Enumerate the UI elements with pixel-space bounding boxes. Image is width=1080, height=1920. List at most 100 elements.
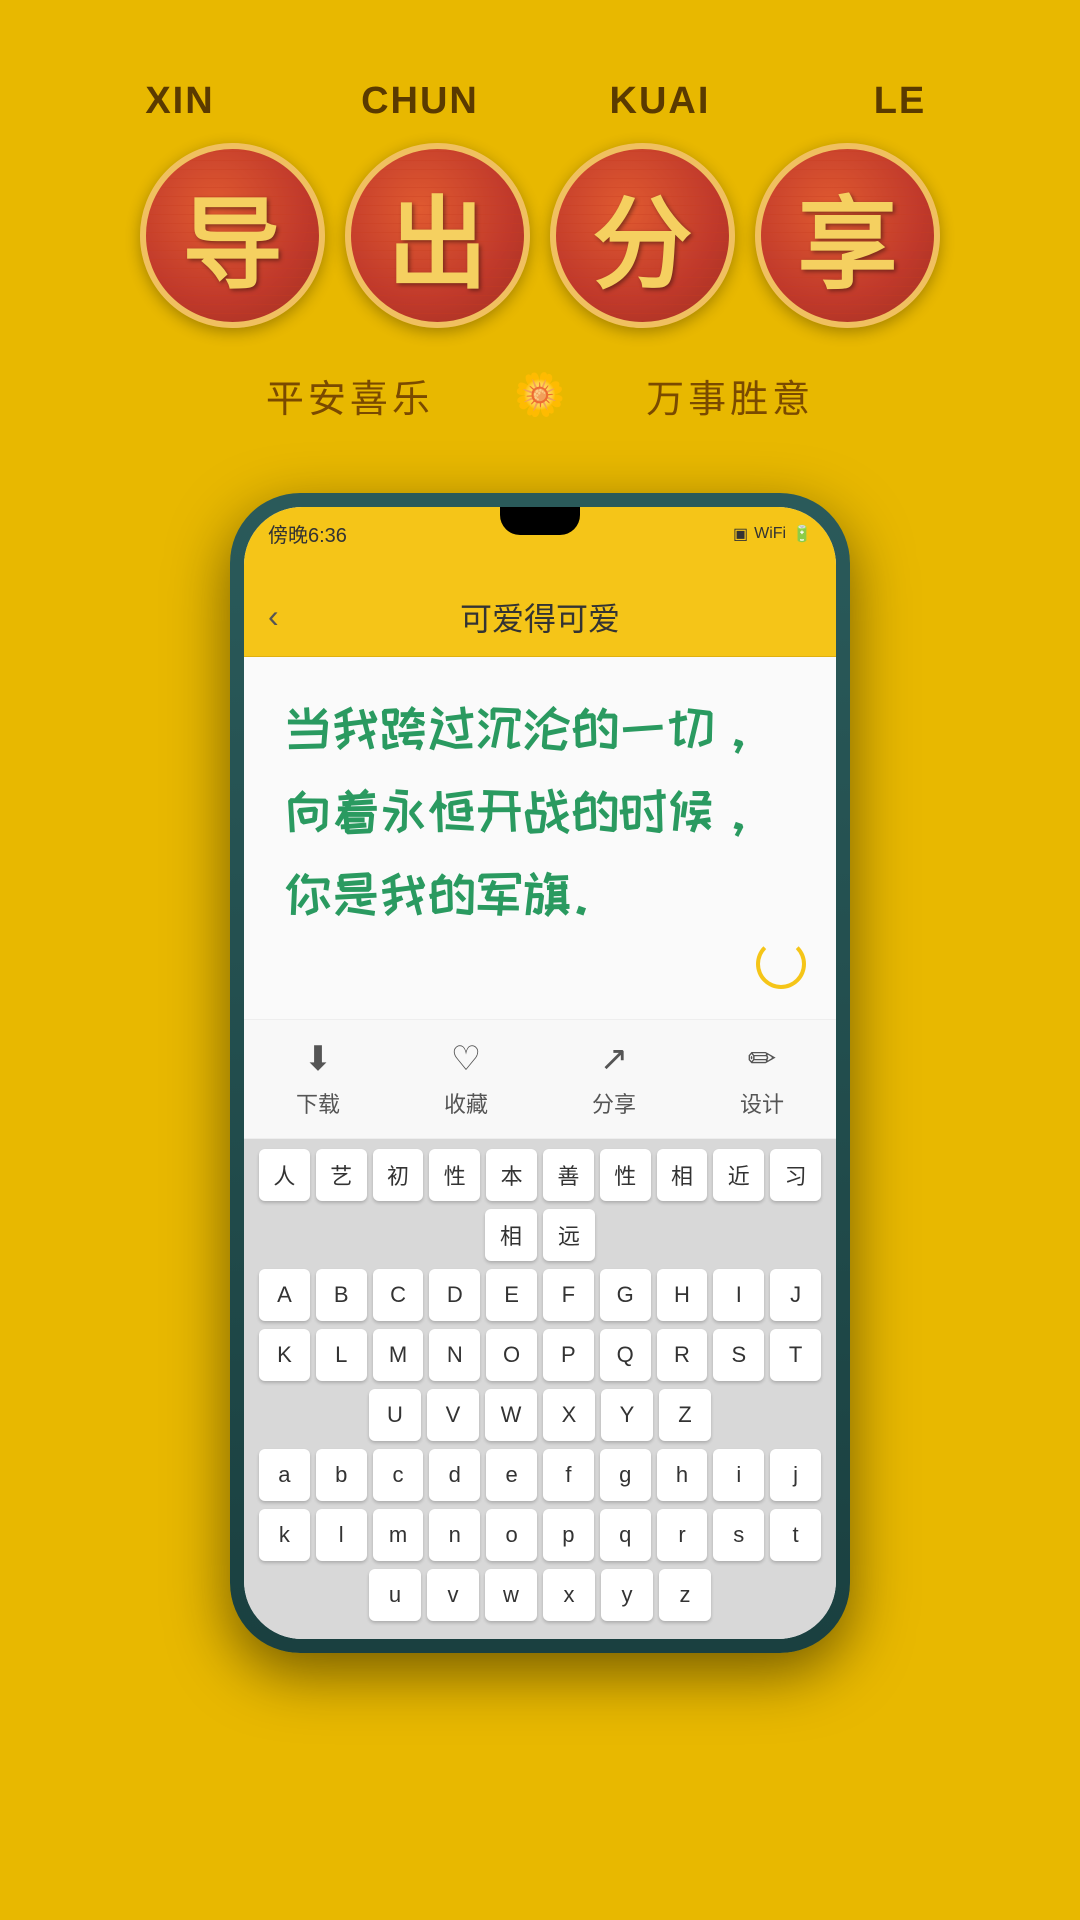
letter-row-4: a b c d e f g h i j (259, 1449, 821, 1501)
key-yi[interactable]: 艺 (316, 1149, 367, 1201)
cn-row-2: 相 远 (259, 1209, 821, 1261)
key-x[interactable]: x (543, 1569, 595, 1621)
key-l[interactable]: l (316, 1509, 367, 1561)
favorite-label: 收藏 (444, 1087, 488, 1119)
label-kuai: KUAI (570, 80, 750, 123)
key-Q[interactable]: Q (600, 1329, 651, 1381)
key-a[interactable]: a (259, 1449, 310, 1501)
key-C[interactable]: C (373, 1269, 424, 1321)
key-V[interactable]: V (427, 1389, 479, 1441)
heart-icon: ♡ (451, 1039, 481, 1079)
key-F[interactable]: F (543, 1269, 594, 1321)
key-shan[interactable]: 善 (543, 1149, 594, 1201)
key-ben[interactable]: 本 (486, 1149, 537, 1201)
key-U[interactable]: U (369, 1389, 421, 1441)
key-A[interactable]: A (259, 1269, 310, 1321)
camera-notch (500, 507, 580, 535)
key-d[interactable]: d (429, 1449, 480, 1501)
key-r[interactable]: r (657, 1509, 708, 1561)
key-z[interactable]: z (659, 1569, 711, 1621)
subtitle-right: 万事胜意 (646, 368, 814, 423)
key-y[interactable]: y (601, 1569, 653, 1621)
key-T[interactable]: T (770, 1329, 821, 1381)
action-bar: ⬇ 下载 ♡ 收藏 ↗ 分享 ✏ 设计 (244, 1019, 836, 1139)
cn-row-1: 人 艺 初 性 本 善 性 相 近 习 (259, 1149, 821, 1201)
key-X[interactable]: X (543, 1389, 595, 1441)
key-xiang2[interactable]: 相 (485, 1209, 537, 1261)
action-share[interactable]: ↗ 分享 (592, 1039, 636, 1119)
key-W[interactable]: W (485, 1389, 537, 1441)
key-O[interactable]: O (486, 1329, 537, 1381)
char-chu: 出 (388, 163, 488, 308)
download-label: 下载 (296, 1087, 340, 1119)
key-yuan[interactable]: 远 (543, 1209, 595, 1261)
key-I[interactable]: I (713, 1269, 764, 1321)
key-j[interactable]: j (770, 1449, 821, 1501)
key-u[interactable]: u (369, 1569, 421, 1621)
key-K[interactable]: K (259, 1329, 310, 1381)
key-M[interactable]: M (373, 1329, 424, 1381)
subtitle-row: 平安喜乐 🌼 万事胜意 (266, 368, 814, 423)
key-Y[interactable]: Y (601, 1389, 653, 1441)
letter-row-1: A B C D E F G H I J (259, 1269, 821, 1321)
key-jin[interactable]: 近 (713, 1149, 764, 1201)
key-J[interactable]: J (770, 1269, 821, 1321)
key-L[interactable]: L (316, 1329, 367, 1381)
key-D[interactable]: D (429, 1269, 480, 1321)
key-m[interactable]: m (373, 1509, 424, 1561)
back-button[interactable]: ‹ (268, 598, 279, 635)
key-G[interactable]: G (600, 1269, 651, 1321)
phone-container: 傍晚6:36 ▣ WiFi 🔋 ‹ 可爱得可爱 当我跨过沉沦的一切，向着永恒开战… (0, 493, 1080, 1653)
key-S[interactable]: S (713, 1329, 764, 1381)
key-xing2[interactable]: 性 (600, 1149, 651, 1201)
labels-row: XIN CHUN KUAI LE (90, 80, 990, 123)
key-b[interactable]: b (316, 1449, 367, 1501)
subtitle-left: 平安喜乐 (266, 368, 434, 423)
key-H[interactable]: H (657, 1269, 708, 1321)
char-dao: 导 (183, 163, 283, 308)
key-g[interactable]: g (600, 1449, 651, 1501)
key-B[interactable]: B (316, 1269, 367, 1321)
key-p[interactable]: p (543, 1509, 594, 1561)
key-s[interactable]: s (713, 1509, 764, 1561)
key-xing1[interactable]: 性 (429, 1149, 480, 1201)
action-design[interactable]: ✏ 设计 (740, 1039, 784, 1119)
key-q[interactable]: q (600, 1509, 651, 1561)
key-e[interactable]: e (486, 1449, 537, 1501)
design-icon: ✏ (748, 1039, 777, 1079)
top-section: XIN CHUN KUAI LE 导 出 分 享 平安喜乐 🌼 万事胜意 (0, 0, 1080, 463)
key-o[interactable]: o (486, 1509, 537, 1561)
key-ren[interactable]: 人 (259, 1149, 310, 1201)
action-favorite[interactable]: ♡ 收藏 (444, 1039, 488, 1119)
circle-dao: 导 (140, 143, 325, 328)
key-xiang[interactable]: 相 (657, 1149, 708, 1201)
key-v[interactable]: v (427, 1569, 479, 1621)
key-R[interactable]: R (657, 1329, 708, 1381)
key-n[interactable]: n (429, 1509, 480, 1561)
share-label: 分享 (592, 1087, 636, 1119)
key-xi[interactable]: 习 (770, 1149, 821, 1201)
refresh-icon[interactable] (756, 939, 806, 989)
key-N[interactable]: N (429, 1329, 480, 1381)
battery-icon: 🔋 (792, 524, 812, 544)
action-download[interactable]: ⬇ 下载 (296, 1039, 340, 1119)
key-i[interactable]: i (713, 1449, 764, 1501)
keyboard-area[interactable]: 人 艺 初 性 本 善 性 相 近 习 相 远 A (244, 1139, 836, 1639)
circles-row: 导 出 分 享 (140, 143, 940, 328)
phone-inner: 傍晚6:36 ▣ WiFi 🔋 ‹ 可爱得可爱 当我跨过沉沦的一切，向着永恒开战… (244, 507, 836, 1639)
key-c[interactable]: c (373, 1449, 424, 1501)
signal-icon: ▣ (733, 524, 748, 544)
key-chu[interactable]: 初 (373, 1149, 424, 1201)
char-fen: 分 (593, 163, 693, 308)
main-text: 当我跨过沉沦的一切，向着永恒开战的时候，你是我的军旗。 (284, 687, 796, 937)
key-E[interactable]: E (486, 1269, 537, 1321)
key-t[interactable]: t (770, 1509, 821, 1561)
key-h[interactable]: h (657, 1449, 708, 1501)
key-Z[interactable]: Z (659, 1389, 711, 1441)
key-f[interactable]: f (543, 1449, 594, 1501)
label-le: LE (810, 80, 990, 123)
share-icon: ↗ (600, 1039, 629, 1079)
key-P[interactable]: P (543, 1329, 594, 1381)
key-w[interactable]: w (485, 1569, 537, 1621)
key-k[interactable]: k (259, 1509, 310, 1561)
